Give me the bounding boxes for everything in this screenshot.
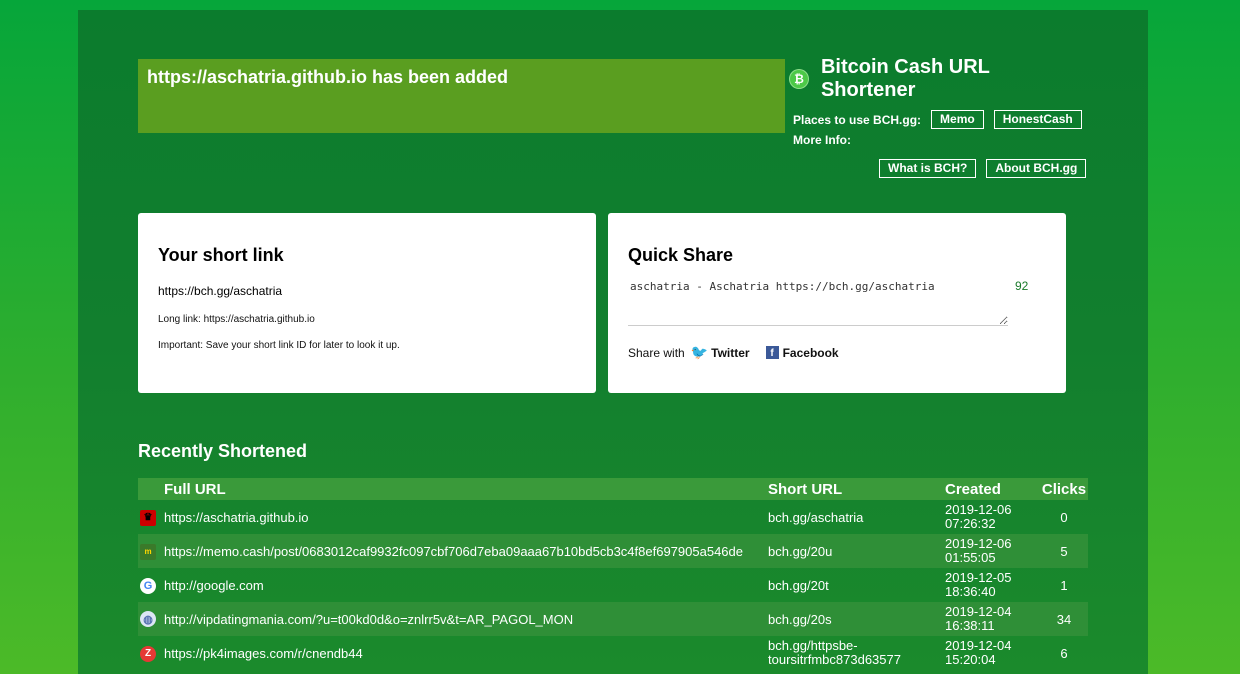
z-icon: Z [140,645,156,662]
short-url-cell[interactable]: bch.gg/20t [768,568,945,602]
recent-table: Full URL Short URL Created Clicks ♛ http… [138,478,1088,670]
share-label: Share with [628,345,685,360]
places-row: Places to use BCH.gg: Memo HonestCash [789,110,1089,129]
long-link-url[interactable]: https://aschatria.github.io [204,314,315,325]
long-link-label: Long link: [158,314,201,325]
clicks-header: Clicks [1040,478,1088,500]
short-link-heading: Your short link [158,245,284,265]
full-url-cell[interactable]: http://vipdatingmania.com/?u=t00kd0d&o=z… [164,602,768,636]
short-link-card: Your short link https://bch.gg/aschatria… [138,213,596,393]
brand-panel: ₿ Bitcoin Cash URL Shortener Places to u… [789,56,1089,178]
long-link-row: Long link: https://aschatria.github.io [158,314,576,325]
twitter-icon: 🐦 [690,344,709,360]
info-links-row: What is BCH? About BCH.gg [873,159,1089,178]
table-row: ♛ https://aschatria.github.io bch.gg/asc… [138,500,1088,534]
share-row: Share with 🐦 Twitter f Facebook [628,344,1046,361]
twitter-label: Twitter [711,345,750,360]
created-date: 2019-12-05 [945,570,1012,585]
quick-share-card: Quick Share aschatria - Aschatria https:… [608,213,1066,393]
created-time: 01:55:05 [945,550,996,565]
created-date: 2019-12-06 [945,536,1012,551]
full-url-header: Full URL [164,478,768,500]
icon-column-header [138,478,164,500]
clicks-cell: 1 [1060,577,1068,593]
share-textarea[interactable]: aschatria - Aschatria https://bch.gg/asc… [628,278,1008,326]
short-url-cell[interactable]: bch.gg/httpsbe-toursitrfmbc873d63577 [768,636,945,670]
notice-text: https://aschatria.github.io has been add… [147,67,509,87]
added-notice: https://aschatria.github.io has been add… [138,59,785,133]
globe-icon: ◍ [140,611,156,628]
created-cell: 2019-12-04 15:20:04 [945,636,1040,670]
clicks-cell: 5 [1040,534,1088,568]
bitcoin-cash-icon: ₿ [789,69,809,89]
memo-icon: m [140,543,156,560]
site-title: Bitcoin Cash URL Shortener [820,56,990,101]
full-url-cell[interactable]: https://pk4images.com/r/cnendb44 [164,636,768,670]
brand-title: ₿ Bitcoin Cash URL Shortener [789,56,1089,102]
table-row: Z https://pk4images.com/r/cnendb44 bch.g… [138,636,1088,670]
created-date: 2019-12-04 [945,604,1012,619]
short-link-url[interactable]: https://bch.gg/aschatria [158,284,576,298]
recently-shortened-title: Recently Shortened [138,441,308,461]
created-cell: 2019-12-05 18:36:40 [945,568,1040,602]
full-url-cell[interactable]: http://google.com [164,568,768,602]
twitter-share-link[interactable]: 🐦 Twitter [691,344,750,361]
created-date: 2019-12-06 [945,502,1012,517]
table-row: ◍ http://vipdatingmania.com/?u=t00kd0d&o… [138,602,1088,636]
full-url-cell[interactable]: https://memo.cash/post/0683012caf9932fc0… [164,534,768,568]
short-url-cell[interactable]: bch.gg/aschatria [768,500,945,534]
about-bchgg-button[interactable]: About BCH.gg [986,159,1087,178]
red-crown-icon: ♛ [140,509,156,526]
facebook-share-link[interactable]: f Facebook [765,345,839,360]
more-info-row: More Info: [789,133,1089,147]
char-counter: 92 [1015,279,1029,293]
clicks-cell: 0 [1060,509,1068,525]
created-cell: 2019-12-04 16:38:11 [945,602,1040,636]
clicks-cell: 6 [1060,645,1068,661]
page-container: https://aschatria.github.io has been add… [78,10,1148,674]
short-url-cell[interactable]: bch.gg/20s [768,602,945,636]
table-row: G http://google.com bch.gg/20t 2019-12-0… [138,568,1088,602]
quick-share-heading: Quick Share [628,245,734,265]
created-cell: 2019-12-06 07:26:32 [945,500,1040,534]
facebook-icon: f [765,346,779,359]
created-time: 07:26:32 [945,516,996,531]
short-url-cell[interactable]: bch.gg/20u [768,534,945,568]
google-icon: G [140,577,156,594]
table-row: m https://memo.cash/post/0683012caf9932f… [138,534,1088,568]
what-is-bch-button[interactable]: What is BCH? [879,159,977,178]
short-url-header: Short URL [768,478,945,500]
facebook-label: Facebook [782,345,839,360]
memo-button[interactable]: Memo [931,110,984,129]
places-label: Places to use BCH.gg: [793,112,922,127]
created-header: Created [945,478,1040,500]
table-header-row: Full URL Short URL Created Clicks [138,478,1088,500]
created-time: 18:36:40 [945,584,996,599]
clicks-cell: 34 [1040,602,1088,636]
created-date: 2019-12-04 [945,638,1012,653]
honestcash-button[interactable]: HonestCash [993,110,1082,129]
created-time: 15:20:04 [945,652,996,667]
created-cell: 2019-12-06 01:55:05 [945,534,1040,568]
more-info-label: More Info: [793,133,851,147]
created-time: 16:38:11 [945,618,995,633]
full-url-cell[interactable]: https://aschatria.github.io [164,500,768,534]
save-note: Important: Save your short link ID for l… [158,340,400,351]
